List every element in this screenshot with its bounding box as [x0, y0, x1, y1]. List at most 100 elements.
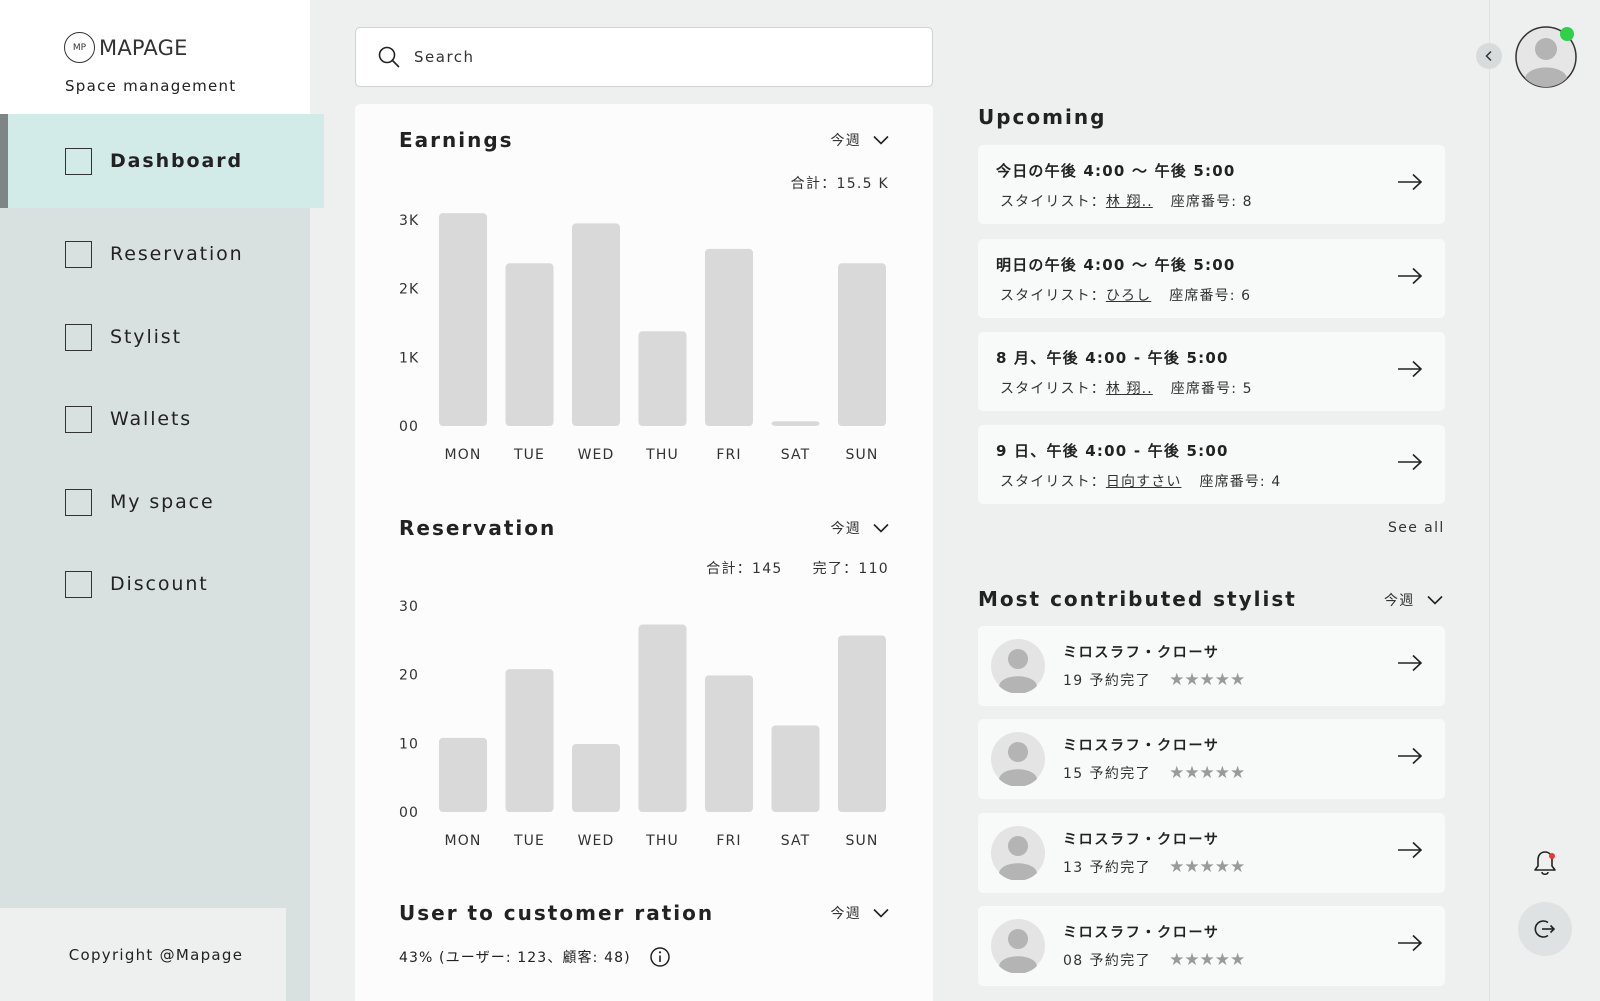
arrow-right-icon[interactable]	[1397, 747, 1423, 765]
nav-label: Dashboard	[110, 150, 243, 172]
nav-item-reservation[interactable]: Reservation	[0, 213, 310, 295]
reservation-title: Reservation	[399, 516, 557, 540]
avatar	[991, 919, 1045, 973]
my-space-icon	[65, 488, 92, 516]
earnings-x-label: MON	[445, 447, 482, 463]
upcoming-card[interactable]: 今日の午後 4:00 〜 午後 5:00 スタイリスト： 林 翔.. 座席番号:…	[978, 145, 1445, 224]
nav-item-dashboard[interactable]: Dashboard	[0, 114, 324, 208]
online-status-dot	[1560, 27, 1574, 41]
logo[interactable]: MP MAPAGE	[64, 32, 188, 63]
arrow-right-icon[interactable]	[1397, 267, 1423, 285]
reservation-x-label: SUN	[846, 833, 879, 849]
star-rating: ★★★★★	[1169, 857, 1246, 877]
stylist-label: スタイリスト：	[1000, 194, 1106, 210]
arrow-right-icon[interactable]	[1397, 841, 1423, 859]
logout-icon	[1534, 920, 1556, 938]
search-input[interactable]	[414, 48, 874, 66]
reservation-bar-thu[interactable]	[638, 624, 687, 812]
stylist-card[interactable]: ミロスラフ・クローサ 13 予約完了 ★★★★★	[978, 813, 1445, 893]
top-stylists-period-select[interactable]: 今週	[1384, 590, 1443, 610]
arrow-right-icon[interactable]	[1397, 360, 1423, 378]
reservation-x-label: TUE	[513, 833, 545, 849]
earnings-period-select[interactable]: 今週	[830, 130, 889, 150]
stylist-card[interactable]: ミロスラフ・クローサ 08 予約完了 ★★★★★	[978, 906, 1445, 986]
upcoming-title: Upcoming	[978, 105, 1107, 129]
reservation-bar-wed[interactable]	[572, 744, 620, 812]
upcoming-card[interactable]: 明日の午後 4:00 〜 午後 5:00 スタイリスト： ひろし 座席番号: 6	[978, 239, 1445, 318]
stylist-link[interactable]: 林 翔..	[1106, 378, 1153, 398]
dashboard-icon	[65, 147, 92, 175]
stylist-link[interactable]: ひろし	[1106, 285, 1151, 305]
nav-item-wallets[interactable]: Wallets	[0, 378, 310, 460]
stylist-link[interactable]: 日向すさい	[1106, 471, 1182, 491]
stylist-link[interactable]: 林 翔..	[1106, 191, 1153, 211]
earnings-x-label: THU	[645, 447, 679, 463]
period-label: 今週	[830, 906, 861, 922]
stylist-name: ミロスラフ・クローサ	[1063, 738, 1220, 754]
nav-item-my-space[interactable]: My space	[0, 461, 310, 543]
booking-count: 13 予約完了	[1063, 860, 1152, 876]
reservation-bar-mon[interactable]	[439, 737, 487, 812]
stylist-name: ミロスラフ・クローサ	[1063, 925, 1220, 941]
arrow-right-icon[interactable]	[1397, 654, 1423, 672]
stylist-stats: 15 予約完了 ★★★★★	[1063, 763, 1245, 783]
seat-number: 座席番号: 4	[1199, 474, 1282, 490]
stylist-card[interactable]: ミロスラフ・クローサ 15 予約完了 ★★★★★	[978, 719, 1445, 799]
appointment-detail: スタイリスト： 林 翔.. 座席番号: 8	[1000, 191, 1253, 211]
appointment-time: 今日の午後 4:00 〜 午後 5:00	[996, 162, 1236, 180]
earnings-bar-fri[interactable]	[705, 248, 753, 426]
footer: Copyright @Mapage	[0, 908, 286, 1001]
nav-label: Wallets	[110, 408, 193, 430]
booking-count: 08 予約完了	[1063, 953, 1152, 969]
reservation-bar-sun[interactable]	[838, 635, 886, 812]
discount-icon	[65, 570, 92, 598]
logout-button[interactable]	[1518, 902, 1572, 956]
earnings-bar-thu[interactable]	[638, 331, 687, 426]
reservation-y-tick: 10	[399, 736, 419, 752]
upcoming-card[interactable]: 9 日、午後 4:00 - 午後 5:00 スタイリスト： 日向すさい 座席番号…	[978, 425, 1445, 504]
reservation-bar-tue[interactable]	[505, 669, 554, 812]
nav-label: Stylist	[110, 326, 182, 348]
appointment-detail: スタイリスト： ひろし 座席番号: 6	[1000, 285, 1251, 305]
sidebar: MP MAPAGE Space management Dashboard Res…	[0, 0, 324, 1001]
upcoming-card[interactable]: 8 月、午後 4:00 - 午後 5:00 スタイリスト： 林 翔.. 座席番号…	[978, 332, 1445, 411]
reservation-bar-fri[interactable]	[705, 675, 753, 812]
wallets-icon	[65, 405, 92, 433]
earnings-bar-mon[interactable]	[439, 213, 487, 426]
ratio-text: 43% (ユーザー: 123、顧客: 48)	[399, 950, 631, 966]
arrow-right-icon[interactable]	[1397, 173, 1423, 191]
reservation-total: 合計：145	[706, 561, 783, 577]
reservation-x-label: WED	[578, 833, 615, 849]
stylist-stats: 13 予約完了 ★★★★★	[1063, 857, 1245, 877]
booking-count: 15 予約完了	[1063, 766, 1152, 782]
seat-number: 座席番号: 8	[1170, 194, 1253, 210]
search-bar[interactable]	[355, 27, 933, 87]
ratio-period-select[interactable]: 今週	[830, 903, 889, 923]
appointment-time: 9 日、午後 4:00 - 午後 5:00	[996, 442, 1229, 460]
stylist-icon	[65, 323, 92, 351]
collapse-button[interactable]	[1476, 43, 1502, 69]
nav-item-discount[interactable]: Discount	[0, 543, 310, 625]
earnings-bar-tue[interactable]	[505, 263, 554, 426]
reservation-period-select[interactable]: 今週	[830, 518, 889, 538]
earnings-chart: 3K 2K 1K 00 MON TUE WED THU FRI SAT SUN	[399, 213, 886, 463]
avatar	[991, 732, 1045, 786]
chevron-down-icon	[873, 908, 889, 918]
seat-number: 座席番号: 6	[1169, 288, 1252, 304]
stylist-card[interactable]: ミロスラフ・クローサ 19 予約完了 ★★★★★	[978, 626, 1445, 706]
earnings-bar-sun[interactable]	[838, 263, 886, 426]
nav-item-stylist[interactable]: Stylist	[0, 296, 310, 378]
reservation-bar-sat[interactable]	[771, 725, 820, 812]
earnings-bar-wed[interactable]	[572, 223, 620, 426]
stylist-label: スタイリスト：	[1000, 288, 1106, 304]
star-rating: ★★★★★	[1169, 763, 1246, 783]
reservation-y-tick: 20	[399, 668, 419, 684]
info-icon[interactable]	[649, 946, 671, 968]
see-all-link[interactable]: See all	[1388, 520, 1445, 536]
top-stylists-title: Most contributed stylist	[978, 587, 1297, 611]
appointment-time: 明日の午後 4:00 〜 午後 5:00	[996, 256, 1236, 274]
chevron-down-icon	[873, 523, 889, 533]
arrow-right-icon[interactable]	[1397, 934, 1423, 952]
earnings-bar-sat[interactable]	[771, 421, 820, 426]
arrow-right-icon[interactable]	[1397, 453, 1423, 471]
